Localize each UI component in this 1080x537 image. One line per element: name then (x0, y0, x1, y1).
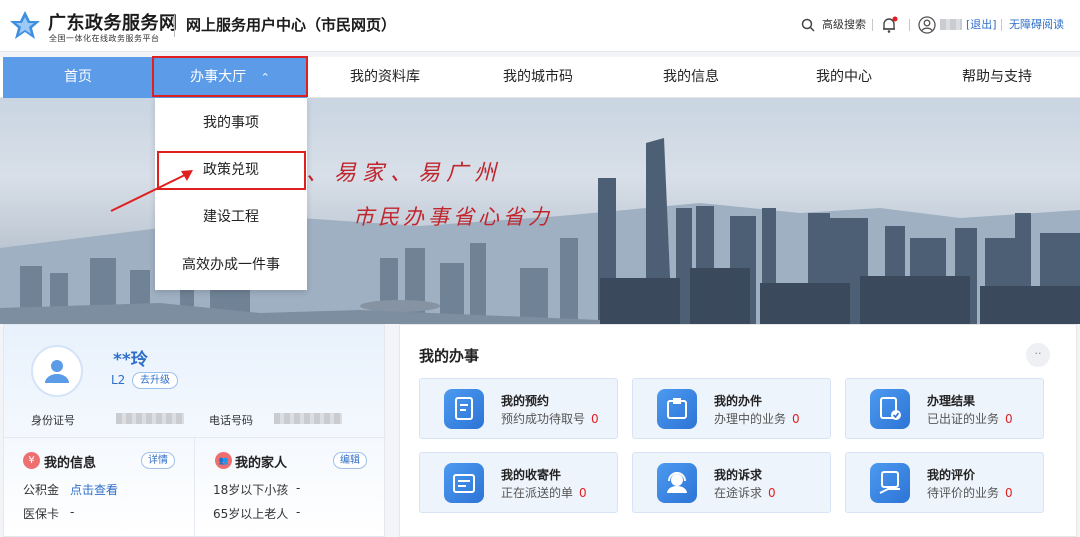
notification-bell-icon[interactable] (880, 16, 898, 34)
upgrade-button[interactable]: 去升级 (132, 372, 178, 389)
nav-my-center[interactable]: 我的中心 (769, 57, 919, 98)
banner-slogan-line1: 、易家、易广州 (306, 161, 503, 186)
card-subtitle: 待评价的业务 0 (927, 484, 1013, 501)
card-count: 0 (579, 486, 587, 500)
user-profile-card: **玲 L2 去升级 身份证号 电话号码 ¥ 我的信息 详情 公积金 点击查看 … (3, 324, 386, 537)
card-subtitle-text: 待评价的业务 (927, 486, 1000, 500)
header-divider (174, 15, 175, 37)
card-subtitle-text: 预约成功待取号 (501, 412, 586, 426)
card-title: 我的办件 (714, 394, 763, 408)
card-subtitle: 正在派送的单 0 (501, 484, 587, 501)
nav-help-support[interactable]: 帮助与支持 (922, 57, 1072, 98)
case-icon (657, 389, 697, 429)
card-subtitle: 预约成功待取号 0 (501, 410, 599, 427)
card-results[interactable]: 办理结果 已出证的业务 0 (845, 378, 1044, 439)
card-my-ratings[interactable]: 我的评价 待评价的业务 0 (845, 452, 1044, 513)
separator (872, 19, 873, 31)
card-title: 办理结果 (927, 394, 976, 408)
my-family-edit-button[interactable]: 编辑 (333, 452, 367, 469)
dropdown-item-one-thing[interactable]: 高效办成一件事 (155, 241, 307, 289)
elderly-value: - (296, 505, 301, 519)
search-icon[interactable] (801, 18, 815, 32)
mail-icon (444, 463, 484, 503)
medical-card-label: 医保卡 (23, 507, 60, 521)
card-subtitle-text: 正在派送的单 (501, 486, 574, 500)
card-title: 我的预约 (501, 394, 550, 408)
elderly-label: 65岁以上老人 (213, 507, 289, 521)
rating-icon (870, 463, 910, 503)
card-title: 我的评价 (927, 468, 976, 482)
divider (194, 438, 195, 537)
certificate-icon (870, 389, 910, 429)
my-info-details-button[interactable]: 详情 (141, 452, 175, 469)
medical-card-value: - (70, 505, 75, 519)
phone-label: 电话号码 (209, 414, 253, 427)
accessibility-link[interactable]: 无障碍阅读 (1009, 16, 1064, 32)
user-level: L2 (111, 373, 126, 387)
card-count: 0 (792, 412, 800, 426)
person-icon (45, 360, 69, 383)
card-my-cases[interactable]: 我的办件 办理中的业务 0 (632, 378, 831, 439)
card-title: 我的诉求 (714, 468, 763, 482)
site-subtitle: 全国一体化在线政务服务平台 (49, 34, 160, 43)
username-masked (940, 19, 962, 30)
more-options-icon[interactable]: ·· (1026, 343, 1050, 367)
nav-home[interactable]: 首页 (3, 57, 153, 98)
appointment-icon (444, 389, 484, 429)
children-value: - (296, 481, 301, 495)
card-my-appeals[interactable]: 我的诉求 在途诉求 0 (632, 452, 831, 513)
housing-fund-label: 公积金 (23, 483, 60, 497)
id-number-masked (116, 413, 184, 424)
card-title: 我的收寄件 (501, 468, 562, 482)
banner-slogan-line2: 市民办事省心省力 (353, 205, 553, 229)
separator (1001, 19, 1002, 31)
nav-my-database[interactable]: 我的资料库 (310, 57, 460, 98)
card-my-appointments[interactable]: 我的预约 预约成功待取号 0 (419, 378, 618, 439)
yuan-icon: ¥ (23, 452, 40, 469)
avatar[interactable] (31, 345, 83, 397)
guangdong-gov-logo-icon[interactable] (8, 9, 42, 43)
my-info-title: 我的信息 (44, 456, 97, 471)
red-pointer-arrow-icon (110, 170, 193, 212)
card-subtitle-text: 办理中的业务 (714, 412, 787, 426)
logout-link[interactable]: [退出] (966, 16, 997, 32)
nav-my-info[interactable]: 我的信息 (616, 57, 766, 98)
page-title: 网上服务用户中心（市民网页） (186, 16, 397, 34)
card-subtitle-text: 已出证的业务 (927, 412, 1000, 426)
divider (4, 437, 386, 438)
dropdown-item-my-matters[interactable]: 我的事项 (155, 99, 307, 147)
card-count: 0 (591, 412, 599, 426)
card-subtitle: 办理中的业务 0 (714, 410, 800, 427)
card-count: 0 (1005, 412, 1013, 426)
card-count: 0 (768, 486, 776, 500)
my-affairs-title: 我的办事 (419, 347, 480, 365)
highlight-box-service-hall (152, 56, 308, 97)
family-icon: 👥 (215, 452, 232, 469)
card-subtitle: 在途诉求 0 (714, 484, 776, 501)
phone-masked (274, 413, 342, 424)
id-number-label: 身份证号 (31, 414, 75, 427)
nav-city-code[interactable]: 我的城市码 (463, 57, 613, 98)
card-my-mail[interactable]: 我的收寄件 正在派送的单 0 (419, 452, 618, 513)
card-subtitle-text: 在途诉求 (714, 486, 763, 500)
user-name: **玲 (113, 350, 148, 370)
service-agent-icon (657, 463, 697, 503)
card-subtitle: 已出证的业务 0 (927, 410, 1013, 427)
card-count: 0 (1005, 486, 1013, 500)
top-header: 广东政务服务网 全国一体化在线政务服务平台 网上服务用户中心（市民网页） 高级搜… (0, 0, 1080, 52)
my-affairs-panel: 我的办事 ·· 我的预约 预约成功待取号 0 我的办件 办理中的业务 0 办理结果 … (399, 324, 1077, 537)
separator (909, 19, 910, 31)
site-title[interactable]: 广东政务服务网 (48, 9, 178, 35)
children-label: 18岁以下小孩 (213, 483, 289, 497)
advanced-search-link[interactable]: 高级搜索 (822, 16, 866, 32)
user-avatar-icon[interactable] (918, 16, 936, 34)
housing-fund-view-link[interactable]: 点击查看 (70, 481, 118, 498)
my-family-title: 我的家人 (235, 456, 288, 471)
